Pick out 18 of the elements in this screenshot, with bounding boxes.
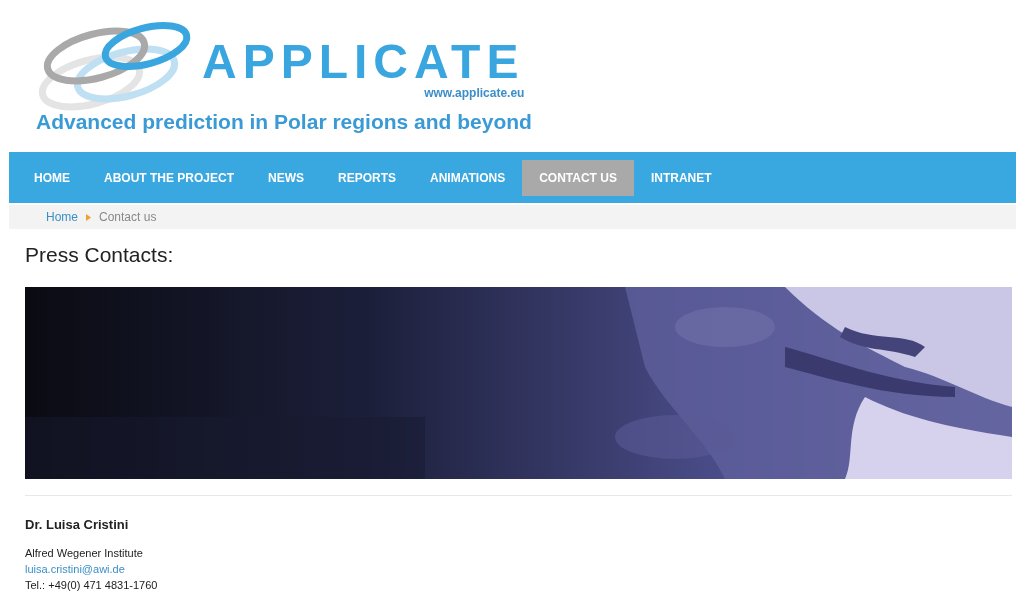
breadcrumb-link[interactable]: Home xyxy=(46,208,78,226)
page-title: Press Contacts: xyxy=(25,242,175,268)
nav-link[interactable]: HOME xyxy=(17,159,87,196)
logo-wordmark: APPLICATE xyxy=(202,38,525,86)
contact-phone: Tel.: +49(0) 471 4831-1760 xyxy=(25,577,158,593)
email-link[interactable]: luisa.cristini@awi.de xyxy=(25,560,125,577)
nav-link[interactable]: INTRANET xyxy=(633,159,729,196)
nav-link[interactable]: NEWS xyxy=(251,159,321,196)
logo-url: www.applicate.eu xyxy=(424,86,525,100)
nav-link[interactable]: CONTACT US xyxy=(522,159,634,196)
nav-link[interactable]: ANIMATIONS xyxy=(413,159,523,196)
nav-link[interactable]: REPORTS xyxy=(321,159,414,196)
logo-tagline: Advanced prediction in Polar regions and beyond xyxy=(36,110,532,134)
contact-name: Dr. Luisa Cristini xyxy=(25,516,130,534)
nav-link[interactable]: ABOUT THE PROJECT xyxy=(87,159,251,196)
contact-institute: Alfred Wegener Institute xyxy=(25,545,143,561)
breadcrumb-current: Contact us xyxy=(99,209,157,226)
chevron-icon xyxy=(86,213,91,221)
